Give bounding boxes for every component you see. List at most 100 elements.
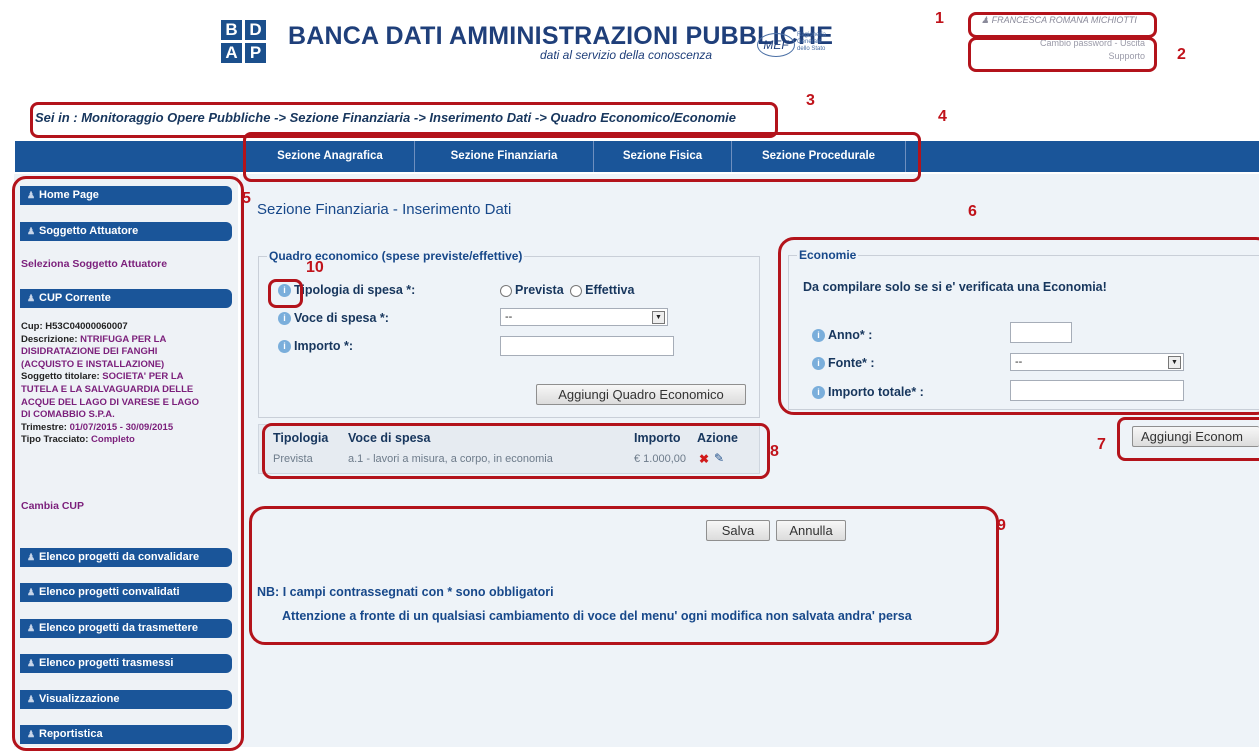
importo-input[interactable] bbox=[500, 336, 674, 356]
add-quadro-button[interactable]: Aggiungi Quadro Economico bbox=[536, 384, 746, 405]
callout-number: 8 bbox=[770, 443, 779, 460]
sidebar-item-label: Elenco progetti da convalidare bbox=[39, 551, 200, 563]
bdap-logo: B D A P bbox=[221, 20, 267, 64]
chevron-down-icon: ▼ bbox=[1168, 356, 1181, 369]
logo-letter: D bbox=[245, 20, 266, 40]
cancel-button[interactable]: Annulla bbox=[776, 520, 846, 541]
user-name[interactable]: ♟ FRANCESCA ROMANA MICHIOTTI bbox=[981, 15, 1137, 26]
mef-caption: Ragioneria Generale dello Stato bbox=[797, 32, 827, 52]
info-icon[interactable]: i bbox=[278, 340, 291, 354]
sidebar-item-label: Visualizzazione bbox=[39, 693, 120, 705]
change-cup-link[interactable]: Cambia CUP bbox=[21, 500, 84, 512]
effettiva-label: Effettiva bbox=[585, 283, 635, 297]
economie-legend: Economie bbox=[799, 248, 857, 262]
sidebar-item-label: CUP Corrente bbox=[39, 292, 111, 304]
sidebar-item-da-convalidare[interactable]: ♟ Elenco progetti da convalidare bbox=[20, 548, 232, 567]
descr-value: (ACQUISTO E INSTALLAZIONE) bbox=[21, 358, 165, 370]
info-icon[interactable]: i bbox=[812, 386, 825, 400]
sidebar-item-da-trasmettere[interactable]: ♟ Elenco progetti da trasmettere bbox=[20, 619, 232, 638]
support-link[interactable]: Supporto bbox=[990, 50, 1145, 63]
sidebar-item-label: Elenco progetti trasmessi bbox=[39, 657, 174, 669]
chevron-down-icon: ▼ bbox=[652, 311, 665, 324]
titolare-value: ACQUE DEL LAGO DI VARESE E LAGO bbox=[21, 396, 200, 408]
add-economia-button[interactable]: Aggiungi Econom bbox=[1132, 426, 1259, 447]
cup-info: Cup: H53C04000060007 Descrizione: NTRIFU… bbox=[21, 321, 233, 447]
tracciato-label: Tipo Tracciato: bbox=[21, 434, 89, 446]
callout-number: 6 bbox=[968, 203, 977, 220]
info-icon[interactable]: i bbox=[278, 312, 291, 326]
importo-totale-label: Importo totale* : bbox=[828, 385, 924, 399]
sidebar-item-convalidati[interactable]: ♟ Elenco progetti convalidati bbox=[20, 583, 232, 602]
password-logout-link[interactable]: Cambio password - Uscita bbox=[990, 37, 1145, 50]
fonte-row: i Fonte* : bbox=[812, 356, 875, 371]
sidebar-item-soggetto-attuatore[interactable]: ♟ Soggetto Attuatore bbox=[20, 222, 232, 241]
prevista-label: Prevista bbox=[515, 283, 564, 297]
voce-value: -- bbox=[505, 311, 513, 323]
tab-sezione-fisica[interactable]: Sezione Fisica bbox=[594, 141, 732, 172]
user-icon: ♟ bbox=[27, 658, 36, 668]
info-icon[interactable]: i bbox=[812, 329, 825, 343]
callout-number: 2 bbox=[1177, 46, 1186, 63]
user-links: Cambio password - Uscita Supporto bbox=[990, 37, 1145, 63]
page-title: Sezione Finanziaria - Inserimento Dati bbox=[257, 201, 512, 218]
anno-row: i Anno* : bbox=[812, 328, 873, 343]
breadcrumb: Sei in : Monitoraggio Opere Pubbliche ->… bbox=[35, 110, 737, 125]
importo-totale-input[interactable] bbox=[1010, 380, 1184, 401]
logo-letter: A bbox=[221, 43, 242, 63]
sidebar-item-label: Home Page bbox=[39, 189, 99, 201]
sidebar-item-label: Elenco progetti convalidati bbox=[39, 586, 180, 598]
user-icon: ♟ bbox=[27, 552, 36, 562]
sidebar-item-visualizzazione[interactable]: ♟ Visualizzazione bbox=[20, 690, 232, 709]
radio-effettiva[interactable] bbox=[570, 284, 583, 297]
importo-row: i Importo *: bbox=[278, 339, 354, 354]
td-importo: € 1.000,00 bbox=[634, 453, 686, 465]
sidebar-item-label: Soggetto Attuatore bbox=[39, 225, 139, 237]
logo-letter: B bbox=[221, 20, 242, 40]
user-name-text: FRANCESCA ROMANA MICHIOTTI bbox=[991, 15, 1137, 25]
tracciato-value: Completo bbox=[91, 434, 135, 446]
cup-value: H53C04000060007 bbox=[45, 321, 128, 332]
anno-label: Anno* : bbox=[828, 328, 873, 342]
sidebar-item-home[interactable]: ♟ Home Page bbox=[20, 186, 232, 205]
info-icon[interactable]: i bbox=[812, 357, 825, 371]
callout-number: 10 bbox=[306, 259, 324, 276]
descr-value: DISIDRATAZIONE DEI FANGHI bbox=[21, 346, 158, 358]
callout-number: 7 bbox=[1097, 436, 1106, 453]
fonte-select[interactable]: -- ▼ bbox=[1010, 353, 1184, 371]
edit-icon[interactable]: ✎ bbox=[714, 451, 724, 465]
site-subtitle: dati al servizio della conoscenza bbox=[540, 48, 713, 62]
titolare-value: SOCIETA' PER LA bbox=[102, 371, 184, 383]
select-soggetto-link[interactable]: Seleziona Soggetto Attuatore bbox=[21, 258, 167, 270]
save-button[interactable]: Salva bbox=[706, 520, 770, 541]
sidebar-item-trasmessi[interactable]: ♟ Elenco progetti trasmessi bbox=[20, 654, 232, 673]
voce-label: Voce di spesa *: bbox=[294, 311, 389, 325]
fonte-label: Fonte* : bbox=[828, 356, 875, 370]
voce-row: i Voce di spesa *: bbox=[278, 311, 389, 326]
th-importo: Importo bbox=[634, 431, 681, 445]
tab-sezione-procedurale[interactable]: Sezione Procedurale bbox=[732, 141, 906, 172]
voce-select[interactable]: -- ▼ bbox=[500, 308, 668, 326]
sidebar-item-reportistica[interactable]: ♟ Reportistica bbox=[20, 725, 232, 744]
tab-sezione-finanziaria[interactable]: Sezione Finanziaria bbox=[415, 141, 594, 172]
td-voce: a.1 - lavori a misura, a corpo, in econo… bbox=[348, 453, 553, 465]
cup-label: Cup: bbox=[21, 321, 43, 332]
radio-prevista[interactable] bbox=[500, 284, 512, 297]
delete-icon[interactable]: ✖ bbox=[699, 452, 709, 466]
required-note: NB: I campi contrassegnati con * sono ob… bbox=[257, 585, 554, 599]
importo-label: Importo *: bbox=[294, 339, 354, 353]
th-voce: Voce di spesa bbox=[348, 431, 431, 445]
info-icon[interactable]: i bbox=[278, 284, 291, 298]
tipologia-row: i Tipologia di spesa *: bbox=[278, 283, 415, 298]
sidebar-item-cup-corrente[interactable]: ♟ CUP Corrente bbox=[20, 289, 232, 308]
user-icon: ♟ bbox=[27, 226, 36, 236]
trimestre-value: 01/07/2015 - 30/09/2015 bbox=[69, 421, 174, 433]
fonte-value: -- bbox=[1015, 356, 1023, 368]
site-title: BANCA DATI AMMINISTRAZIONI PUBBLICHE bbox=[288, 22, 834, 50]
user-icon: ♟ bbox=[981, 15, 992, 25]
user-icon: ♟ bbox=[27, 729, 36, 739]
titolare-label: Soggetto titolare: bbox=[21, 371, 100, 383]
callout-number: 4 bbox=[938, 108, 947, 125]
tab-sezione-anagrafica[interactable]: Sezione Anagrafica bbox=[246, 141, 415, 172]
logo-letter: P bbox=[245, 43, 266, 63]
anno-input[interactable] bbox=[1010, 322, 1072, 343]
